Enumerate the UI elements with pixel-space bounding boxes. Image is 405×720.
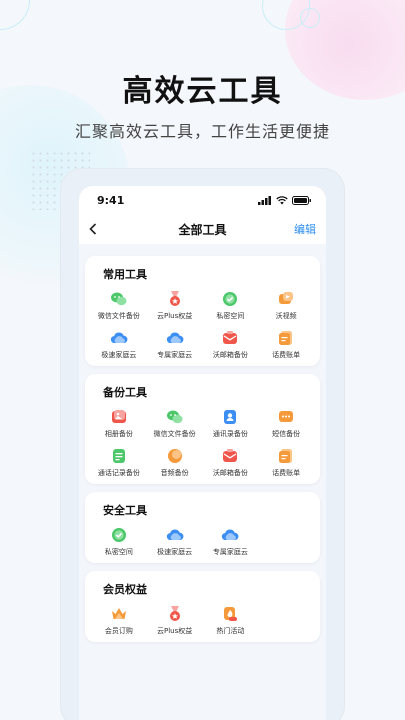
tool-item[interactable]: 私密空间 bbox=[203, 290, 259, 321]
tool-label: 短信备份 bbox=[272, 430, 301, 438]
hero-subtitle: 汇聚高效云工具，工作生活更便捷 bbox=[74, 122, 330, 141]
tool-item[interactable]: 音频备份 bbox=[147, 447, 203, 478]
tool-item[interactable]: 通话记录备份 bbox=[91, 447, 147, 478]
tool-label: 云Plus权益 bbox=[157, 627, 193, 635]
shield-check-icon bbox=[110, 526, 128, 544]
medal-icon bbox=[166, 605, 184, 623]
phone-screen: 9:41 全部工具 编辑 常用工具 微信文件备份 云Plus权益 私密空间 沃视频 极速家… bbox=[79, 186, 326, 720]
tool-item[interactable]: 话费账单 bbox=[258, 447, 314, 478]
tool-label: 极速家庭云 bbox=[101, 351, 137, 359]
battery-icon bbox=[292, 195, 312, 205]
tool-label: 音频备份 bbox=[160, 469, 189, 477]
tool-item[interactable]: 极速家庭云 bbox=[91, 329, 147, 360]
background-ring bbox=[262, 0, 310, 30]
tool-item[interactable]: 热门活动 bbox=[203, 605, 259, 636]
tool-grid: 私密空间 极速家庭云 专属家庭云 bbox=[91, 526, 314, 557]
tool-item[interactable]: 会员订购 bbox=[91, 605, 147, 636]
tool-label: 通讯录备份 bbox=[212, 430, 248, 438]
chevron-left-icon bbox=[89, 223, 119, 235]
tool-label: 相册备份 bbox=[104, 430, 133, 438]
tool-item[interactable]: 云Plus权益 bbox=[147, 290, 203, 321]
tool-label: 话费账单 bbox=[272, 351, 301, 359]
tool-item[interactable]: 专属家庭云 bbox=[147, 329, 203, 360]
tool-item[interactable]: 话费账单 bbox=[258, 329, 314, 360]
tool-item[interactable]: 云Plus权益 bbox=[147, 605, 203, 636]
tool-label: 私密空间 bbox=[216, 312, 245, 320]
tool-item[interactable]: 微信文件备份 bbox=[91, 290, 147, 321]
status-time: 9:41 bbox=[97, 193, 125, 207]
status-bar: 9:41 bbox=[79, 186, 326, 214]
tool-item[interactable]: 沃邮箱备份 bbox=[203, 447, 259, 478]
status-icons bbox=[258, 195, 312, 205]
bill-icon bbox=[277, 329, 295, 347]
medal-icon bbox=[166, 290, 184, 308]
cloud-icon bbox=[166, 526, 184, 544]
tool-label: 沃邮箱备份 bbox=[212, 469, 248, 477]
tool-sections: 常用工具 微信文件备份 云Plus权益 私密空间 沃视频 极速家庭云 专属家庭云 沃邮箱备份话… bbox=[79, 244, 326, 642]
background-ring bbox=[0, 0, 30, 30]
tool-label: 沃邮箱备份 bbox=[212, 351, 248, 359]
tool-section-card: 备份工具相册备份 微信文件备份 通讯录备份 短信备份通话记录备份 音频备份 沃邮箱备份 话费… bbox=[85, 374, 320, 484]
section-title: 备份工具 bbox=[103, 386, 147, 399]
section-title: 会员权益 bbox=[103, 583, 147, 596]
photo-icon bbox=[110, 408, 128, 426]
section-title: 安全工具 bbox=[103, 504, 147, 517]
wifi-icon bbox=[276, 195, 288, 205]
tool-label: 私密空间 bbox=[104, 548, 133, 556]
wechat-icon bbox=[110, 290, 128, 308]
shield-check-icon bbox=[221, 290, 239, 308]
mailbox-icon bbox=[221, 447, 239, 465]
tool-item[interactable]: 极速家庭云 bbox=[147, 526, 203, 557]
tool-label: 通话记录备份 bbox=[97, 469, 140, 477]
edit-button[interactable]: 编辑 bbox=[294, 221, 316, 237]
tool-label: 微信文件备份 bbox=[97, 312, 140, 320]
tool-label: 专属家庭云 bbox=[157, 351, 193, 359]
bill-icon bbox=[277, 447, 295, 465]
hot-event-icon bbox=[221, 605, 239, 623]
tool-label: 热门活动 bbox=[216, 627, 245, 635]
tool-item[interactable]: 专属家庭云 bbox=[203, 526, 259, 557]
tool-label: 专属家庭云 bbox=[212, 548, 248, 556]
tool-label: 沃视频 bbox=[275, 312, 297, 320]
tool-item[interactable]: 沃视频 bbox=[258, 290, 314, 321]
tool-section-card: 安全工具私密空间 极速家庭云 专属家庭云 bbox=[85, 492, 320, 563]
cloud-icon bbox=[221, 526, 239, 544]
tool-item[interactable]: 短信备份 bbox=[258, 408, 314, 439]
wechat-icon bbox=[166, 408, 184, 426]
tool-item[interactable]: 沃邮箱备份 bbox=[203, 329, 259, 360]
mailbox-icon bbox=[221, 329, 239, 347]
audio-icon bbox=[166, 447, 184, 465]
call-log-icon bbox=[110, 447, 128, 465]
tool-item[interactable]: 微信文件备份 bbox=[147, 408, 203, 439]
tool-grid: 相册备份 微信文件备份 通讯录备份 短信备份通话记录备份 音频备份 沃邮箱备份 话费账单 bbox=[91, 408, 314, 478]
sms-icon bbox=[277, 408, 295, 426]
cloud-icon bbox=[110, 329, 128, 347]
background-ring bbox=[300, 8, 320, 28]
tool-grid: 会员订购 云Plus权益 热门活动 bbox=[91, 605, 314, 636]
cloud-icon bbox=[166, 329, 184, 347]
tool-item[interactable]: 相册备份 bbox=[91, 408, 147, 439]
tool-section-card: 会员权益会员订购 云Plus权益 热门活动 bbox=[85, 571, 320, 642]
hero-title: 高效云工具 bbox=[122, 74, 283, 109]
tool-item[interactable]: 私密空间 bbox=[91, 526, 147, 557]
nav-bar: 全部工具 编辑 bbox=[79, 214, 326, 244]
tool-label: 微信文件备份 bbox=[153, 430, 196, 438]
tool-label: 会员订购 bbox=[104, 627, 133, 635]
tool-label: 极速家庭云 bbox=[157, 548, 193, 556]
section-title: 常用工具 bbox=[103, 268, 147, 281]
crown-icon bbox=[110, 605, 128, 623]
tool-label: 话费账单 bbox=[272, 469, 301, 477]
tool-item[interactable]: 通讯录备份 bbox=[203, 408, 259, 439]
contacts-icon bbox=[221, 408, 239, 426]
signal-icon bbox=[258, 195, 272, 205]
video-hand-icon bbox=[277, 290, 295, 308]
back-button[interactable] bbox=[89, 223, 119, 235]
tool-label: 云Plus权益 bbox=[157, 312, 193, 320]
tool-section-card: 常用工具微信文件备份 云Plus权益 私密空间 沃视频极速家庭云 专属家庭云 沃邮箱备份 话… bbox=[85, 256, 320, 366]
tool-grid: 微信文件备份 云Plus权益 私密空间 沃视频极速家庭云 专属家庭云 沃邮箱备份 话费账单 bbox=[91, 290, 314, 360]
